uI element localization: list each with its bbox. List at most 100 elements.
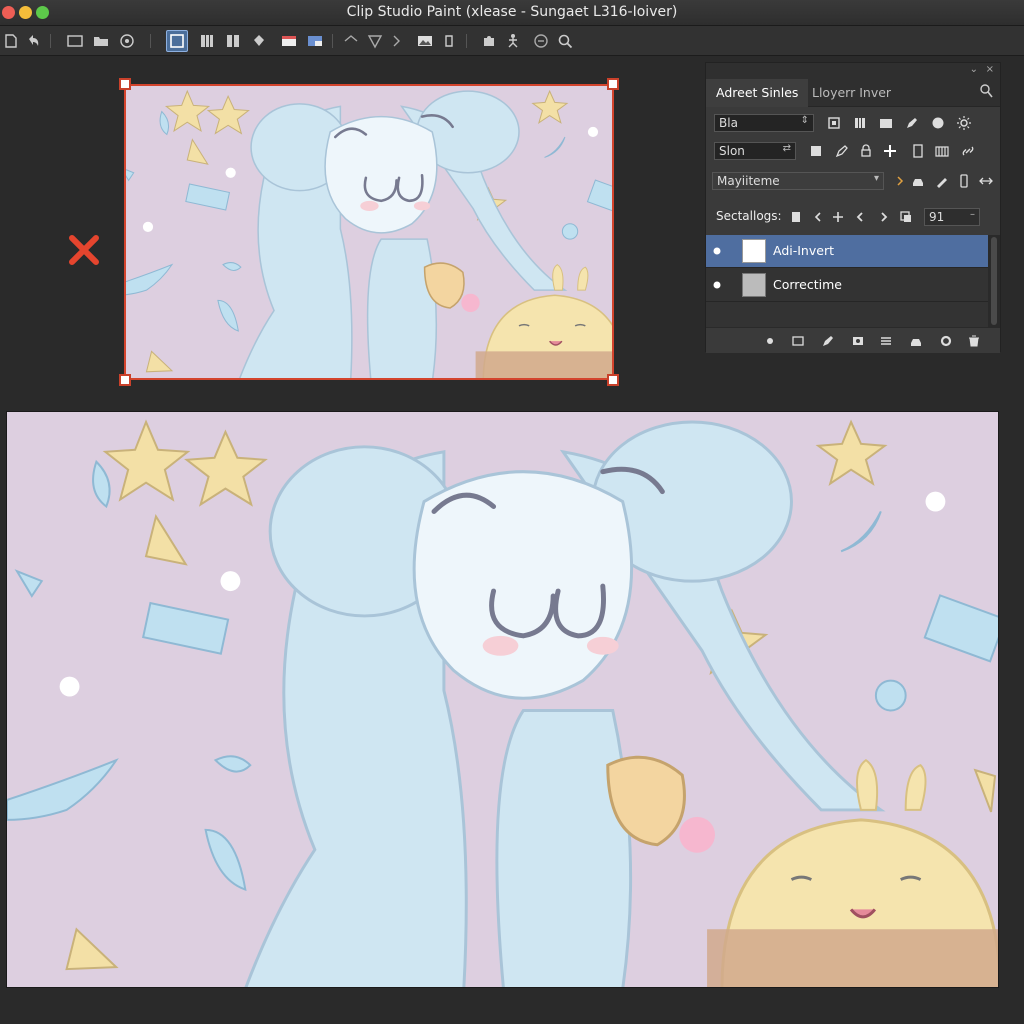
new-raster-icon[interactable] [790, 333, 806, 349]
transform-icon[interactable] [438, 30, 460, 52]
layer-row-adi-invert[interactable]: Adi-Invert [706, 235, 988, 268]
plus-icon[interactable] [882, 143, 898, 159]
triangle-icon[interactable] [364, 30, 386, 52]
globe-icon[interactable] [930, 115, 946, 131]
stepper-icon: ⇕ [800, 115, 809, 126]
option-field[interactable]: Slon ⇄ [714, 142, 796, 160]
transform-handle-bottom-right[interactable] [607, 374, 619, 386]
sun-icon[interactable] [956, 115, 972, 131]
chevron-left-icon[interactable] [810, 209, 826, 225]
blend-mode-field[interactable]: Bla ⇕ [714, 114, 814, 132]
layer-folder-icon[interactable] [878, 115, 894, 131]
main-toolbar [0, 26, 1024, 56]
main-canvas[interactable] [6, 411, 999, 988]
panel-header: ⌄ × [706, 63, 1000, 77]
canvas-icon[interactable] [64, 30, 86, 52]
opacity-row: Slon ⇄ [706, 138, 1000, 166]
settings-label: Sectallogs: [716, 209, 782, 223]
option-value: Slon [719, 144, 745, 158]
opacity-field[interactable]: 91 – [924, 208, 980, 226]
mask-icon[interactable] [850, 333, 866, 349]
cancel-transform-icon[interactable] [66, 232, 102, 268]
view-icon[interactable] [116, 30, 138, 52]
image-icon[interactable] [414, 30, 436, 52]
brush-tool-icon[interactable] [934, 173, 950, 189]
transform-handle-bottom-left[interactable] [119, 374, 131, 386]
chevron-right-icon[interactable] [386, 30, 408, 52]
split-icon[interactable] [222, 30, 244, 52]
title-bar: Clip Studio Paint (xlease - Sungaet L316… [0, 0, 1024, 26]
layer-name: Adi-Invert [773, 243, 834, 258]
layer-thumbnail [742, 239, 766, 263]
duplicate-icon[interactable] [898, 209, 914, 225]
swap-icon: ⇄ [782, 143, 791, 154]
panel-bottom-bar [706, 327, 1000, 353]
visibility-eye-icon[interactable] [712, 246, 722, 256]
list-icon[interactable] [878, 333, 894, 349]
ruler-icon[interactable] [934, 143, 950, 159]
chevron-right-icon[interactable] [892, 173, 908, 189]
zoom-icon[interactable] [554, 30, 576, 52]
transform-handle-top-left[interactable] [119, 78, 131, 90]
opacity-value: 91 [929, 210, 945, 224]
undo-icon[interactable] [22, 30, 44, 52]
pencil-icon[interactable] [834, 143, 850, 159]
layer-name: Correctime [773, 277, 842, 292]
car-icon[interactable] [910, 173, 926, 189]
canvas-artwork [7, 412, 999, 988]
brush-icon[interactable] [340, 30, 362, 52]
tab-lloyerr-inver[interactable]: Lloyerr Inver [802, 79, 901, 107]
vehicle-icon[interactable] [908, 333, 924, 349]
layer-panel: ⌄ × Adreet Sinles Lloyerr Inver Bla ⇕ Slo… [705, 62, 1001, 353]
panel-menu-icon[interactable]: ⌄ [970, 64, 978, 75]
blend-mode-value: Bla [719, 116, 738, 130]
transform-preview[interactable] [124, 84, 614, 380]
doc-icon[interactable] [788, 209, 804, 225]
figure-icon[interactable] [502, 30, 524, 52]
window-title: Clip Studio Paint (xlease - Sungaet L316… [346, 4, 678, 20]
phone-icon[interactable] [956, 173, 972, 189]
link-icon[interactable] [960, 143, 976, 159]
lock-icon[interactable] [858, 143, 874, 159]
layer-color-icon[interactable] [304, 30, 326, 52]
tab-adreet-sinles[interactable]: Adreet Sinles [706, 79, 809, 107]
bucket-icon[interactable] [248, 30, 270, 52]
user-icon[interactable] [978, 83, 994, 99]
transform-handle-top-right[interactable] [607, 78, 619, 90]
layer-list: Adi-Invert Correctime [706, 235, 1000, 327]
add-icon[interactable] [830, 209, 846, 225]
pen-icon[interactable] [904, 115, 920, 131]
minus-icon: – [970, 209, 975, 220]
scrollbar-thumb[interactable] [991, 237, 997, 325]
folder-icon[interactable] [90, 30, 112, 52]
settings-row: Sectallogs: 91 – [706, 203, 1000, 231]
panel-close-icon[interactable]: × [986, 64, 994, 75]
prev-icon[interactable] [852, 209, 868, 225]
select-rect-icon[interactable] [166, 30, 188, 52]
mode-dropdown-value: Mayiiteme [717, 174, 780, 188]
grid-icon[interactable] [196, 30, 218, 52]
settings-gear-icon[interactable] [762, 333, 778, 349]
trash-icon[interactable] [966, 333, 982, 349]
puzzle-icon[interactable] [478, 30, 500, 52]
columns-icon[interactable] [852, 115, 868, 131]
resize-icon[interactable] [978, 173, 994, 189]
chevron-down-icon: ▾ [873, 173, 879, 184]
mode-dropdown[interactable]: Mayiiteme ▾ [712, 172, 884, 190]
layer-square-icon[interactable] [808, 143, 824, 159]
layer-scrollbar[interactable] [988, 235, 1000, 327]
mode-row: Mayiiteme ▾ [706, 166, 1000, 194]
edit-icon[interactable] [820, 333, 836, 349]
blend-row: Bla ⇕ [706, 110, 1000, 138]
visibility-eye-icon[interactable] [712, 280, 722, 290]
color-swatch-icon[interactable] [278, 30, 300, 52]
rotate-icon[interactable] [530, 30, 552, 52]
new-layer-icon[interactable] [826, 115, 842, 131]
next-icon[interactable] [876, 209, 892, 225]
preview-artwork [126, 86, 612, 378]
new-file-icon[interactable] [0, 30, 22, 52]
panel-tabs: Adreet Sinles Lloyerr Inver [706, 77, 1000, 107]
cog-icon[interactable] [938, 333, 954, 349]
layer-row-correctime[interactable]: Correctime [706, 269, 988, 302]
clipping-icon[interactable] [910, 143, 926, 159]
